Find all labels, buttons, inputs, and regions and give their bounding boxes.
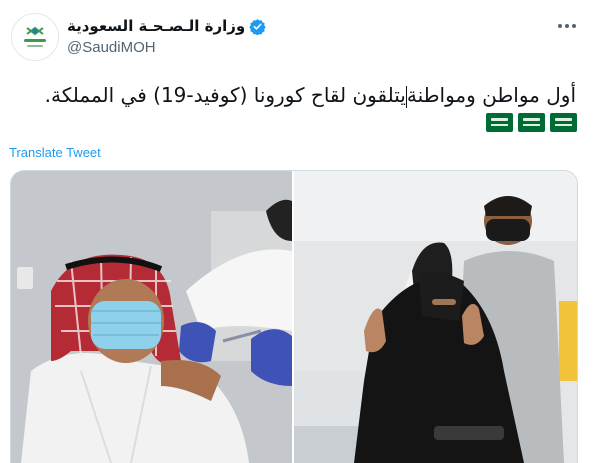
verified-badge-icon xyxy=(249,18,266,35)
more-options-icon[interactable] xyxy=(558,20,578,32)
display-name[interactable]: وزارة الـصـحـة السعودية xyxy=(67,17,245,35)
saudi-flag-icon xyxy=(486,113,513,132)
flag-emojis xyxy=(486,113,577,132)
tweet: وزارة الـصـحـة السعودية @SaudiMOH أول مو… xyxy=(0,0,594,463)
tweet-text: أول مواطن ومواطنةيتلقون لقاح كورونا (كوف… xyxy=(16,82,576,108)
saudi-flag-icon xyxy=(550,113,577,132)
author-name-row: وزارة الـصـحـة السعودية xyxy=(67,17,266,35)
tweet-text-part1: أول مواطن ومواطنة xyxy=(406,83,576,107)
photo-man-vaccinated[interactable] xyxy=(11,171,292,463)
tweet-text-part2: يتلقون لقاح كورونا (كوفيد-19) في المملكة… xyxy=(44,83,406,107)
photo-woman-thumbs-up[interactable] xyxy=(294,171,577,463)
translate-tweet-link[interactable]: Translate Tweet xyxy=(9,145,101,160)
author-handle[interactable]: @SaudiMOH xyxy=(67,39,156,56)
saudi-flag-icon xyxy=(518,113,545,132)
media-grid xyxy=(10,170,578,463)
moh-logo-icon xyxy=(13,15,57,59)
avatar[interactable] xyxy=(11,13,59,61)
